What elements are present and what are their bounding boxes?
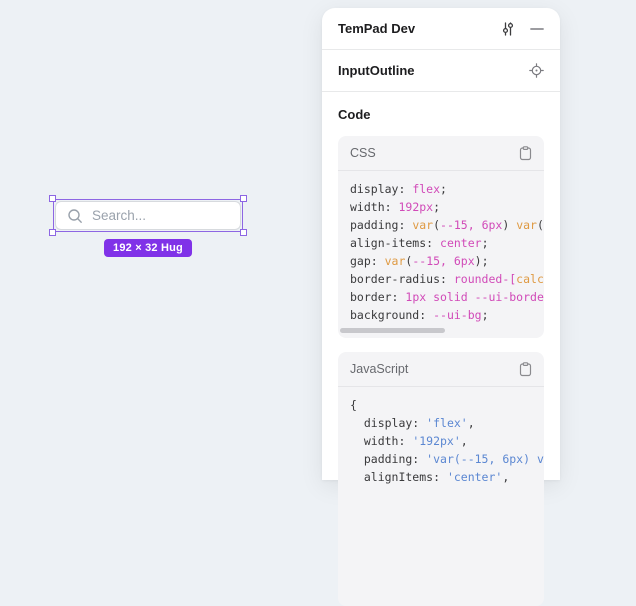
selection-handle[interactable] (49, 195, 56, 202)
panel-title: TemPad Dev (338, 21, 486, 36)
minimize-icon[interactable] (530, 22, 544, 36)
css-code-block: CSS display: flex;width: 192px;padding: … (338, 136, 544, 338)
tempad-dev-panel: TemPad Dev InputOutline (322, 8, 560, 480)
locate-icon[interactable] (529, 63, 544, 78)
code-line: border: 1px solid --ui-border-color; (350, 288, 532, 306)
panel-header: TemPad Dev (322, 8, 560, 50)
code-line: { (350, 396, 532, 414)
selection-handle[interactable] (49, 229, 56, 236)
css-code[interactable]: display: flex;width: 192px;padding: var(… (338, 171, 544, 324)
code-line: gap: var(--15, 6px); (350, 252, 532, 270)
code-line: width: '192px', (350, 432, 532, 450)
magnifier-icon (67, 208, 83, 224)
javascript-code-block: JavaScript { display: 'flex', width: '19… (338, 352, 544, 606)
code-line: display: flex; (350, 180, 532, 198)
code-line: width: 192px; (350, 198, 532, 216)
sliders-icon[interactable] (500, 21, 516, 37)
javascript-code-clipped-area (338, 486, 544, 606)
code-line: padding: var(--15, 6px) var(--15, 6px); (350, 216, 532, 234)
search-input[interactable]: Search... (55, 201, 241, 230)
clipboard-icon[interactable] (519, 146, 532, 161)
code-line: alignItems: 'center', (350, 468, 532, 486)
selection-handle[interactable] (240, 195, 247, 202)
code-line: border-radius: rounded-[calc(var(--15, 6… (350, 270, 532, 288)
selected-node-inputoutline[interactable]: Search... 192 × 32 Hug (53, 199, 243, 232)
selection-handle[interactable] (240, 229, 247, 236)
code-line: display: 'flex', (350, 414, 532, 432)
css-block-header: CSS (338, 136, 544, 171)
code-section: Code (322, 92, 560, 124)
css-block-title: CSS (350, 146, 376, 160)
clipboard-icon[interactable] (519, 362, 532, 377)
node-name: InputOutline (338, 63, 515, 78)
selected-node-row: InputOutline (322, 50, 560, 92)
code-line: padding: 'var(--15, 6px) var(--15, 6px)'… (350, 450, 532, 468)
javascript-block-header: JavaScript (338, 352, 544, 387)
javascript-block-title: JavaScript (350, 362, 408, 376)
dimensions-badge: 192 × 32 Hug (104, 239, 192, 257)
horizontal-scrollbar[interactable] (340, 328, 542, 333)
code-line: align-items: center; (350, 234, 532, 252)
code-line: background: --ui-bg; (350, 306, 532, 324)
search-placeholder: Search... (92, 208, 146, 223)
code-section-label: Code (338, 107, 371, 122)
scrollbar-thumb[interactable] (340, 328, 445, 333)
javascript-code[interactable]: { display: 'flex', width: '192px', paddi… (338, 387, 544, 486)
